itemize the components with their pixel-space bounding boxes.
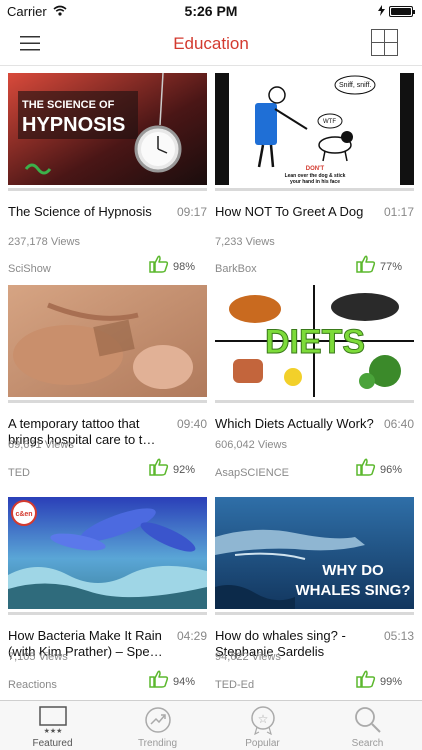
thumbs-up-icon [356, 458, 376, 476]
view-count: 606,042 Views [215, 439, 287, 451]
thumb-caption: DON'T [306, 166, 325, 172]
tab-search[interactable]: Search [315, 701, 420, 750]
divider [215, 612, 414, 615]
popular-icon: ☆ [251, 706, 275, 735]
tab-popular[interactable]: ☆ Popular [210, 701, 315, 750]
video-thumbnail[interactable] [8, 285, 207, 397]
view-count: 69,671 Views [8, 439, 74, 451]
video-card[interactable]: Sniff, sniff. WTF DON'T Lean over the do… [215, 73, 414, 275]
clock: 5:26 PM [184, 3, 238, 19]
thumb-caption: your hand in his face [290, 179, 340, 185]
tab-trending[interactable]: Trending [105, 701, 210, 750]
video-title[interactable]: Which Diets Actually Work? [215, 416, 377, 432]
like-percentage: 92% [172, 464, 195, 476]
thumb-caption: DIETS [265, 323, 365, 361]
divider [8, 612, 207, 615]
thumb-caption: WHALES SING? [296, 582, 411, 599]
thumbs-up-icon [356, 670, 376, 688]
tab-featured[interactable]: ★★★ Featured [0, 701, 105, 750]
trending-icon [145, 707, 171, 733]
like-percentage: 98% [172, 261, 195, 273]
featured-icon: ★★★ [39, 706, 67, 735]
divider [8, 188, 207, 191]
divider [215, 188, 414, 191]
video-duration: 06:40 [383, 417, 414, 431]
like-percentage: 77% [379, 261, 402, 273]
thumb-caption: Sniff, sniff. [339, 82, 371, 89]
thumbs-up-icon [149, 458, 169, 476]
search-icon [355, 707, 381, 733]
like-percentage: 94% [172, 676, 195, 688]
svg-text:★★★: ★★★ [44, 727, 63, 735]
video-title[interactable]: How NOT To Greet A Dog [215, 204, 377, 220]
video-title[interactable]: The Science of Hypnosis [8, 204, 170, 220]
thumbs-up-icon [149, 255, 169, 273]
divider [215, 400, 414, 403]
thumb-caption: WTF [323, 119, 336, 125]
video-card[interactable]: A temporary tattoo that brings hospital … [8, 285, 207, 485]
channel-name[interactable]: SciShow [8, 263, 51, 275]
channel-name[interactable]: Reactions [8, 679, 57, 691]
navigation-bar: Education [0, 22, 422, 66]
thumb-caption: HYPNOSIS [22, 114, 125, 136]
tab-label: Featured [32, 738, 73, 749]
like-percentage: 96% [379, 464, 402, 476]
video-duration: 01:17 [383, 205, 414, 219]
video-thumbnail[interactable]: DIETS [215, 285, 414, 397]
battery-icon [389, 6, 415, 17]
thumb-caption: WHY DO [322, 562, 384, 579]
video-duration: 04:29 [176, 629, 207, 643]
svg-text:☆: ☆ [258, 712, 269, 726]
like-percentage: 99% [379, 676, 402, 688]
video-card[interactable]: c&en How Bacteria Make It Rain (with Kim… [8, 497, 207, 697]
divider [8, 400, 207, 403]
tab-bar: ★★★ Featured Trending ☆ Popular Search [0, 700, 422, 750]
video-duration: 09:40 [176, 417, 207, 431]
tab-label: Search [351, 738, 384, 749]
video-thumbnail[interactable]: c&en [8, 497, 207, 609]
view-count: 7,233 Views [215, 236, 275, 248]
channel-name[interactable]: TED-Ed [215, 679, 254, 691]
grid-layout-icon[interactable] [371, 29, 398, 56]
charging-icon [378, 4, 385, 19]
view-count: 237,178 Views [8, 236, 80, 248]
video-thumbnail[interactable]: Sniff, sniff. WTF DON'T Lean over the do… [215, 73, 414, 185]
thumb-caption: c&en [15, 511, 32, 518]
video-thumbnail[interactable]: WHY DO WHALES SING? [215, 497, 414, 609]
video-duration: 05:13 [383, 629, 414, 643]
video-duration: 09:17 [176, 205, 207, 219]
video-grid: THE SCIENCE OF HYPNOSIS The Science of H… [0, 66, 422, 700]
video-card[interactable]: WHY DO WHALES SING? How do whales sing? … [215, 497, 414, 697]
thumb-caption: THE SCIENCE OF [22, 99, 115, 111]
thumbs-up-icon [149, 670, 169, 688]
status-bar: Carrier 5:26 PM [0, 0, 422, 22]
tab-label: Popular [245, 738, 280, 749]
view-count: 94,622 Views [215, 651, 281, 663]
video-card[interactable]: THE SCIENCE OF HYPNOSIS The Science of H… [8, 73, 207, 275]
channel-name[interactable]: AsapSCIENCE [215, 467, 289, 479]
video-card[interactable]: DIETS Which Diets Actually Work? 06:40 6… [215, 285, 414, 485]
page-title: Education [173, 34, 249, 53]
channel-name[interactable]: TED [8, 467, 30, 479]
view-count: 7,105 Views [8, 651, 68, 663]
video-thumbnail[interactable]: THE SCIENCE OF HYPNOSIS [8, 73, 207, 185]
tab-label: Trending [137, 738, 178, 749]
thumbs-up-icon [356, 255, 376, 273]
channel-name[interactable]: BarkBox [215, 263, 257, 275]
